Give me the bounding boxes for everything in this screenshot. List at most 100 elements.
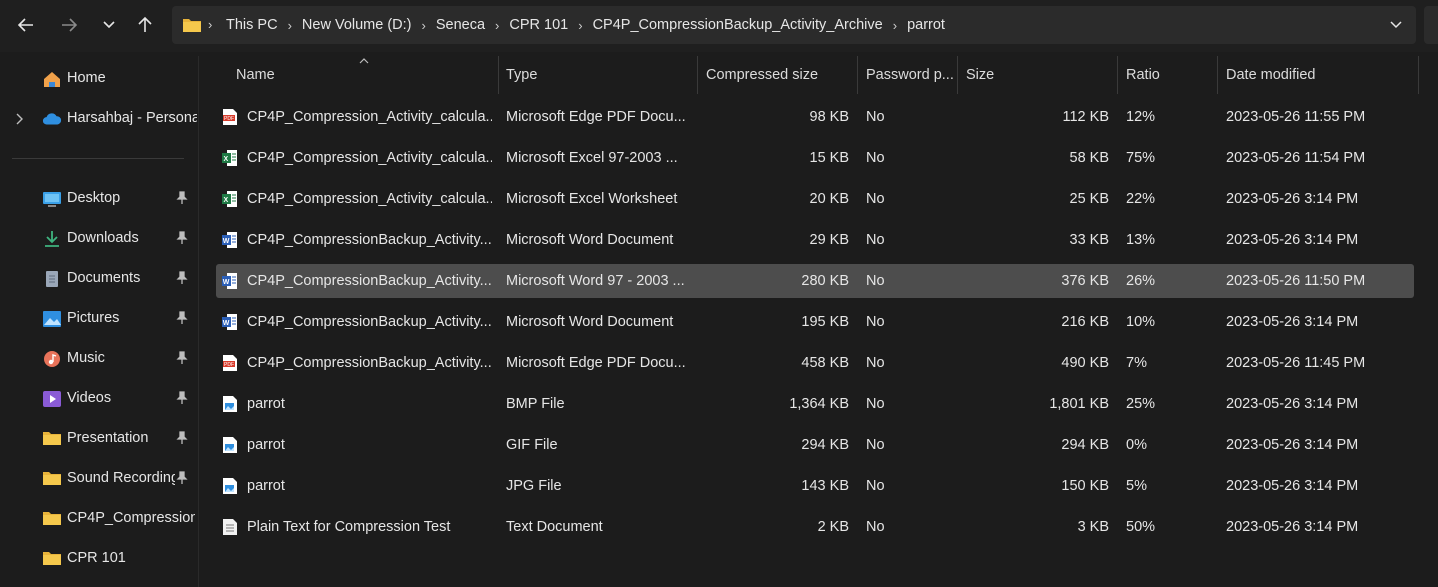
excel-icon: X bbox=[222, 190, 238, 208]
sidebar-item-videos[interactable]: Videos bbox=[0, 381, 198, 417]
file-size: 25 KB bbox=[1069, 191, 1110, 207]
file-row[interactable]: parrot BMP File 1,364 KB No 1,801 KB 25% 2023-… bbox=[216, 387, 1414, 421]
breadcrumb-item[interactable]: This PC bbox=[226, 17, 278, 33]
file-password: No bbox=[866, 478, 885, 494]
file-row[interactable]: parrot JPG File 143 KB No 150 KB 5% 2023-05-26… bbox=[216, 469, 1414, 503]
file-row[interactable]: PDF CP4P_CompressionBackup_Activity... Mic… bbox=[216, 346, 1414, 380]
breadcrumb-item[interactable]: New Volume (D:) bbox=[302, 17, 412, 33]
address-bar[interactable]: › This PC › New Volume (D:) › Seneca › CPR 101… bbox=[172, 6, 1416, 44]
file-type: GIF File bbox=[506, 437, 558, 453]
breadcrumb-item[interactable]: parrot bbox=[907, 17, 945, 33]
breadcrumb-item[interactable]: Seneca bbox=[436, 17, 485, 33]
image-icon bbox=[222, 477, 238, 495]
expand-chevron-icon[interactable] bbox=[15, 113, 25, 125]
sidebar-item-presentation[interactable]: Presentation bbox=[0, 421, 198, 457]
chevron-right-icon[interactable]: › bbox=[288, 18, 292, 33]
sidebar-item-label: Music bbox=[67, 350, 105, 366]
file-compressed-size: 280 KB bbox=[801, 273, 849, 289]
sidebar-item-label: Videos bbox=[67, 390, 112, 406]
column-header-ratio[interactable]: Ratio bbox=[1118, 56, 1218, 94]
column-header-date-modified[interactable]: Date modified bbox=[1218, 56, 1419, 94]
column-header-size[interactable]: Size bbox=[958, 56, 1118, 94]
pin-icon[interactable] bbox=[176, 471, 188, 489]
sidebar-item-home[interactable]: Home bbox=[0, 61, 198, 97]
sidebar-item-desktop[interactable]: Desktop bbox=[0, 181, 198, 217]
forward-arrow-icon bbox=[62, 18, 78, 32]
file-name: Plain Text for Compression Test bbox=[247, 519, 451, 535]
column-header-password[interactable]: Password p... bbox=[858, 56, 958, 94]
chevron-right-icon: › bbox=[208, 17, 213, 32]
forward-button[interactable] bbox=[52, 8, 86, 42]
address-dropdown-icon[interactable] bbox=[1388, 16, 1404, 32]
file-size: 150 KB bbox=[1061, 478, 1109, 494]
file-row[interactable]: W CP4P_CompressionBackup_Activity... Micro… bbox=[216, 305, 1414, 339]
file-compressed-size: 143 KB bbox=[801, 478, 849, 494]
file-size: 490 KB bbox=[1061, 355, 1109, 371]
column-header-name[interactable]: Name bbox=[228, 56, 499, 94]
sidebar-item-music[interactable]: Music bbox=[0, 341, 198, 377]
file-compressed-size: 98 KB bbox=[809, 109, 850, 125]
back-button[interactable] bbox=[9, 8, 43, 42]
column-header-compressed-size[interactable]: Compressed size bbox=[698, 56, 858, 94]
chevron-right-icon[interactable]: › bbox=[578, 18, 582, 33]
file-size: 1,801 KB bbox=[1049, 396, 1109, 412]
breadcrumb-item[interactable]: CPR 101 bbox=[509, 17, 568, 33]
file-password: No bbox=[866, 150, 885, 166]
sidebar-item-label: Pictures bbox=[67, 310, 120, 326]
sidebar-item-cpr-101[interactable]: CPR 101 bbox=[0, 541, 198, 577]
sidebar-item-pictures[interactable]: Pictures bbox=[0, 301, 198, 337]
recent-locations-button[interactable] bbox=[92, 8, 126, 42]
file-date-modified: 2023-05-26 3:14 PM bbox=[1226, 396, 1359, 412]
onedrive-cloud-icon bbox=[42, 113, 62, 125]
pin-icon[interactable] bbox=[176, 311, 188, 329]
file-date-modified: 2023-05-26 3:14 PM bbox=[1226, 314, 1359, 330]
pin-icon[interactable] bbox=[176, 391, 188, 409]
file-row[interactable]: W CP4P_CompressionBackup_Activity... Micro… bbox=[216, 264, 1414, 298]
file-ratio: 12% bbox=[1126, 109, 1156, 125]
pin-icon[interactable] bbox=[176, 351, 188, 369]
file-name: parrot bbox=[247, 478, 285, 494]
file-row[interactable]: Plain Text for Compression Test Text Docu… bbox=[216, 510, 1414, 544]
file-ratio: 13% bbox=[1126, 232, 1156, 248]
pane-divider[interactable] bbox=[198, 56, 199, 587]
pdf-icon: PDF bbox=[222, 108, 238, 126]
folder-icon bbox=[42, 550, 62, 568]
pin-icon[interactable] bbox=[176, 431, 188, 449]
home-icon bbox=[44, 72, 60, 87]
sidebar-item-onedrive[interactable]: Harsahbaj - Personal bbox=[0, 101, 198, 137]
up-button[interactable] bbox=[128, 8, 162, 42]
column-header-type[interactable]: Type bbox=[498, 56, 698, 94]
file-ratio: 0% bbox=[1126, 437, 1147, 453]
breadcrumb-item[interactable]: CP4P_CompressionBackup_Activity_Archive bbox=[593, 17, 883, 33]
file-size: 376 KB bbox=[1061, 273, 1109, 289]
file-date-modified: 2023-05-26 3:14 PM bbox=[1226, 519, 1359, 535]
file-row[interactable]: X CP4P_Compression_Activity_calcula... Mic… bbox=[216, 141, 1414, 175]
chevron-right-icon[interactable]: › bbox=[422, 18, 426, 33]
pin-icon[interactable] bbox=[176, 231, 188, 249]
svg-text:PDF: PDF bbox=[224, 362, 234, 368]
file-password: No bbox=[866, 109, 885, 125]
file-row[interactable]: W CP4P_CompressionBackup_Activity... Micro… bbox=[216, 223, 1414, 257]
file-password: No bbox=[866, 232, 885, 248]
videos-icon bbox=[42, 390, 62, 408]
sidebar-item-cp4p-compressionbackup-activity-archive[interactable]: CP4P_CompressionBackup_Activity_Archive bbox=[0, 501, 198, 537]
pin-icon[interactable] bbox=[176, 271, 188, 289]
file-type: Microsoft Excel Worksheet bbox=[506, 191, 678, 207]
desktop-icon bbox=[42, 190, 62, 208]
pin-icon[interactable] bbox=[176, 191, 188, 209]
file-ratio: 26% bbox=[1126, 273, 1156, 289]
sidebar-item-downloads[interactable]: Downloads bbox=[0, 221, 198, 257]
file-row[interactable]: X CP4P_Compression_Activity_calcula... Mic… bbox=[216, 182, 1414, 216]
search-box[interactable] bbox=[1424, 6, 1438, 44]
file-compressed-size: 20 KB bbox=[809, 191, 850, 207]
file-row[interactable]: parrot GIF File 294 KB No 294 KB 0% 2023-05-26… bbox=[216, 428, 1414, 462]
sidebar-item-documents[interactable]: Documents bbox=[0, 261, 198, 297]
file-row[interactable]: PDF CP4P_Compression_Activity_calcula... M… bbox=[216, 100, 1414, 134]
chevron-right-icon[interactable]: › bbox=[495, 18, 499, 33]
file-password: No bbox=[866, 191, 885, 207]
chevron-right-icon[interactable]: › bbox=[893, 18, 897, 33]
sidebar-item-label: Documents bbox=[67, 270, 141, 286]
sidebar-item-label: Sound Recordings bbox=[67, 470, 175, 486]
sidebar-item-sound-recordings[interactable]: Sound Recordings bbox=[0, 461, 198, 497]
word-icon: W bbox=[222, 272, 238, 290]
